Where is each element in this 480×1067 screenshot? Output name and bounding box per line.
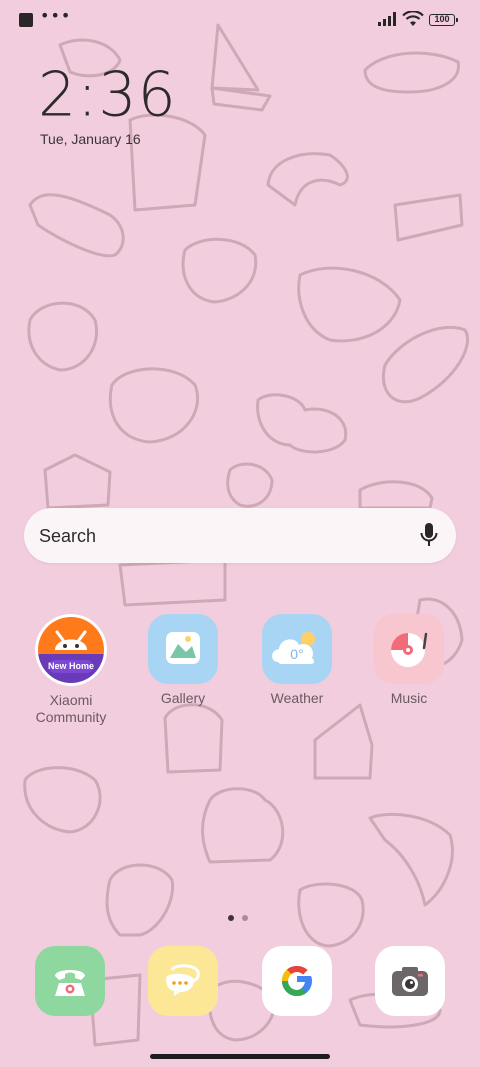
app-music[interactable]: Music	[359, 614, 459, 707]
search-bar[interactable]: Search	[24, 508, 456, 563]
music-icon	[374, 614, 444, 684]
dock-google[interactable]	[262, 946, 332, 1016]
notification-icon	[19, 13, 33, 27]
status-bar: ••• 100	[0, 0, 480, 42]
dock-phone[interactable]	[35, 946, 105, 1016]
camera-icon	[392, 967, 428, 996]
dock-messages[interactable]	[148, 946, 218, 1016]
battery-indicator: 100	[429, 14, 458, 26]
new-home-badge: New Home	[47, 661, 94, 671]
clock-time[interactable]: 2:36	[38, 59, 177, 130]
app-gallery[interactable]: Gallery	[133, 614, 233, 707]
messages-icon	[166, 964, 200, 996]
phone-icon	[55, 970, 85, 996]
more-notifications-icon: •••	[40, 6, 72, 25]
app-label: Music	[390, 690, 428, 706]
app-label: Gallery	[160, 690, 206, 706]
xiaomi-community-icon: New Home	[35, 614, 107, 686]
weather-icon: 0°	[262, 614, 332, 684]
app-label: Xiaomi Community	[35, 692, 107, 725]
search-placeholder: Search	[39, 526, 97, 546]
clock-date[interactable]: Tue, January 16	[40, 131, 141, 147]
home-indicator[interactable]	[150, 1054, 330, 1059]
wifi-icon	[402, 11, 424, 26]
app-weather[interactable]: 0° Weather	[247, 614, 347, 707]
signal-icon	[378, 12, 396, 26]
gallery-icon	[148, 614, 218, 684]
dock-camera[interactable]	[375, 946, 445, 1016]
app-label: Weather	[270, 690, 324, 706]
page-dot[interactable]	[242, 915, 248, 921]
microphone-icon[interactable]	[420, 522, 438, 548]
page-dot-active[interactable]	[228, 915, 234, 921]
app-xiaomi-community[interactable]: New Home Xiaomi Community	[21, 614, 121, 726]
google-icon	[282, 966, 312, 996]
weather-temp: 0°	[290, 646, 304, 662]
page-indicator[interactable]	[228, 908, 256, 926]
